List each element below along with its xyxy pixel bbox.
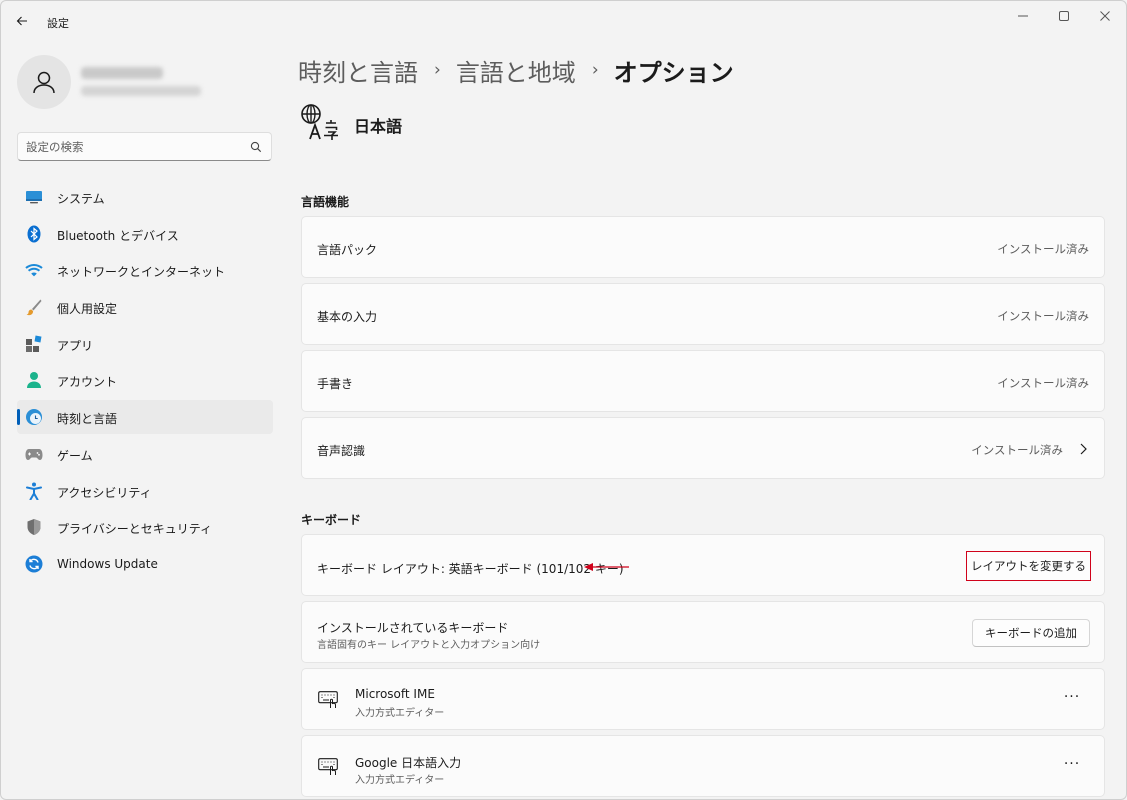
annotation-arrow xyxy=(584,563,629,571)
feature-label: 言語パック xyxy=(317,243,378,257)
wifi-icon xyxy=(25,261,43,279)
section-title-language-features: 言語機能 xyxy=(301,195,350,209)
language-header: 日本語 xyxy=(300,103,402,141)
sidebar-nav: システム Bluetooth とデバイス ネットワークとインターネット 個人用設… xyxy=(17,180,273,584)
sidebar-item-label: 個人用設定 xyxy=(57,302,118,317)
feature-status: インストール済み xyxy=(997,376,1089,390)
settings-window: 設定 システム Bluetooth とデバイス xyxy=(0,0,1127,800)
handwriting-card: 手書き インストール済み xyxy=(301,350,1105,412)
close-button[interactable] xyxy=(1085,1,1125,31)
language-icon xyxy=(301,104,338,140)
sidebar-item-accounts[interactable]: アカウント xyxy=(17,363,273,397)
change-layout-button[interactable]: レイアウトを変更する xyxy=(966,551,1091,581)
sidebar-item-accessibility[interactable]: アクセシビリティ xyxy=(17,474,273,508)
sidebar-item-label: Bluetooth とデバイス xyxy=(57,228,179,243)
minimize-icon xyxy=(1018,15,1028,17)
feature-label: 手書き xyxy=(317,377,354,391)
chevron-right-icon[interactable] xyxy=(1078,442,1088,456)
speech-recognition-card[interactable]: 音声認識 インストール済み xyxy=(301,417,1105,479)
sidebar-item-label: Windows Update xyxy=(57,556,158,571)
active-indicator xyxy=(17,409,20,426)
update-icon xyxy=(25,555,43,573)
brush-icon xyxy=(25,298,43,316)
search-input[interactable] xyxy=(26,138,241,156)
sidebar-item-bluetooth[interactable]: Bluetooth とデバイス xyxy=(17,217,273,251)
feature-label: 基本の入力 xyxy=(317,310,378,324)
ime-name: Microsoft IME xyxy=(355,687,435,701)
sidebar-item-system[interactable]: システム xyxy=(17,180,273,214)
ime-item-google: Google 日本語入力 入力方式エディター ··· xyxy=(301,735,1105,797)
installed-keyboards-subtitle: 言語固有のキー レイアウトと入力オプション向け xyxy=(317,640,541,651)
ime-name: Google 日本語入力 xyxy=(355,756,462,770)
breadcrumb-item-language-region[interactable]: 言語と地域 xyxy=(456,53,576,88)
language-name: 日本語 xyxy=(354,117,403,136)
feature-status: インストール済み xyxy=(971,443,1063,457)
section-title-keyboard: キーボード xyxy=(301,513,362,527)
ime-subtitle: 入力方式エディター xyxy=(355,775,445,786)
sidebar-item-label: プライバシーとセキュリティ xyxy=(57,522,213,537)
sidebar-item-label: アカウント xyxy=(57,375,118,390)
system-monitor-icon xyxy=(25,188,43,206)
time-language-icon xyxy=(25,408,43,426)
avatar[interactable] xyxy=(17,55,71,109)
user-icon xyxy=(33,71,55,94)
sidebar-item-label: ゲーム xyxy=(57,448,93,463)
breadcrumb-separator: › xyxy=(591,60,599,80)
title-bar: 設定 xyxy=(1,1,1126,35)
sidebar-item-label: ネットワークとインターネット xyxy=(57,265,226,280)
apps-icon xyxy=(25,335,43,353)
basic-input-card: 基本の入力 インストール済み xyxy=(301,283,1105,345)
feature-status: インストール済み xyxy=(997,309,1089,323)
sidebar-item-label: アクセシビリティ xyxy=(57,485,152,500)
sidebar-item-windows-update[interactable]: Windows Update xyxy=(17,547,273,581)
feature-status: インストール済み xyxy=(997,242,1089,256)
sidebar-item-time-language[interactable]: 時刻と言語 xyxy=(17,400,273,435)
back-button[interactable] xyxy=(11,10,33,32)
keyboard-icon xyxy=(318,691,338,708)
add-keyboard-button[interactable]: キーボードの追加 xyxy=(972,619,1090,647)
breadcrumb-separator: › xyxy=(434,60,441,80)
sidebar-item-label: 時刻と言語 xyxy=(57,412,118,427)
profile-name-redacted xyxy=(81,67,163,79)
arrow-left-icon xyxy=(16,16,27,26)
keyboard-layout-card: キーボード レイアウト: 英語キーボード (101/102 キー) レイアウトを… xyxy=(301,534,1105,596)
breadcrumb-item-time-language[interactable]: 時刻と言語 xyxy=(298,53,418,88)
installed-keyboards-card: インストールされているキーボード 言語固有のキー レイアウトと入力オプション向け… xyxy=(301,601,1105,663)
ime-item-microsoft: Microsoft IME 入力方式エディター ··· xyxy=(301,668,1105,730)
more-options-button[interactable]: ··· xyxy=(1060,756,1084,776)
bluetooth-icon xyxy=(25,225,43,243)
close-icon xyxy=(1100,11,1110,21)
sidebar-item-network[interactable]: ネットワークとインターネット xyxy=(17,253,273,287)
keyboard-icon xyxy=(318,758,338,775)
sidebar-item-label: システム xyxy=(57,192,105,206)
shield-icon xyxy=(25,518,43,536)
gamepad-icon xyxy=(25,445,43,463)
account-icon xyxy=(25,371,43,389)
sidebar-item-gaming[interactable]: ゲーム xyxy=(17,437,273,471)
sidebar-item-label: アプリ xyxy=(57,338,94,353)
language-pack-card: 言語パック インストール済み xyxy=(301,216,1105,278)
search-icon[interactable] xyxy=(250,141,262,153)
keyboard-layout-label: キーボード レイアウト: 英語キーボード (101/102 キー) xyxy=(317,562,624,576)
minimize-button[interactable] xyxy=(1003,1,1043,31)
more-options-button[interactable]: ··· xyxy=(1060,689,1084,709)
app-title: 設定 xyxy=(47,17,69,30)
feature-label: 音声認識 xyxy=(317,444,366,458)
sidebar-item-apps[interactable]: アプリ xyxy=(17,327,273,361)
breadcrumb: 時刻と言語 › 言語と地域 › オプション xyxy=(298,53,734,87)
maximize-button[interactable] xyxy=(1044,1,1084,31)
maximize-icon xyxy=(1059,11,1069,21)
installed-keyboards-title: インストールされているキーボード xyxy=(317,621,509,635)
profile-email-redacted xyxy=(81,86,201,96)
sidebar-item-privacy[interactable]: プライバシーとセキュリティ xyxy=(17,510,273,544)
ime-subtitle: 入力方式エディター xyxy=(355,708,445,719)
accessibility-icon xyxy=(25,482,43,500)
page-title: オプション xyxy=(613,58,734,87)
settings-search[interactable] xyxy=(17,132,272,161)
sidebar-item-personalization[interactable]: 個人用設定 xyxy=(17,290,273,324)
